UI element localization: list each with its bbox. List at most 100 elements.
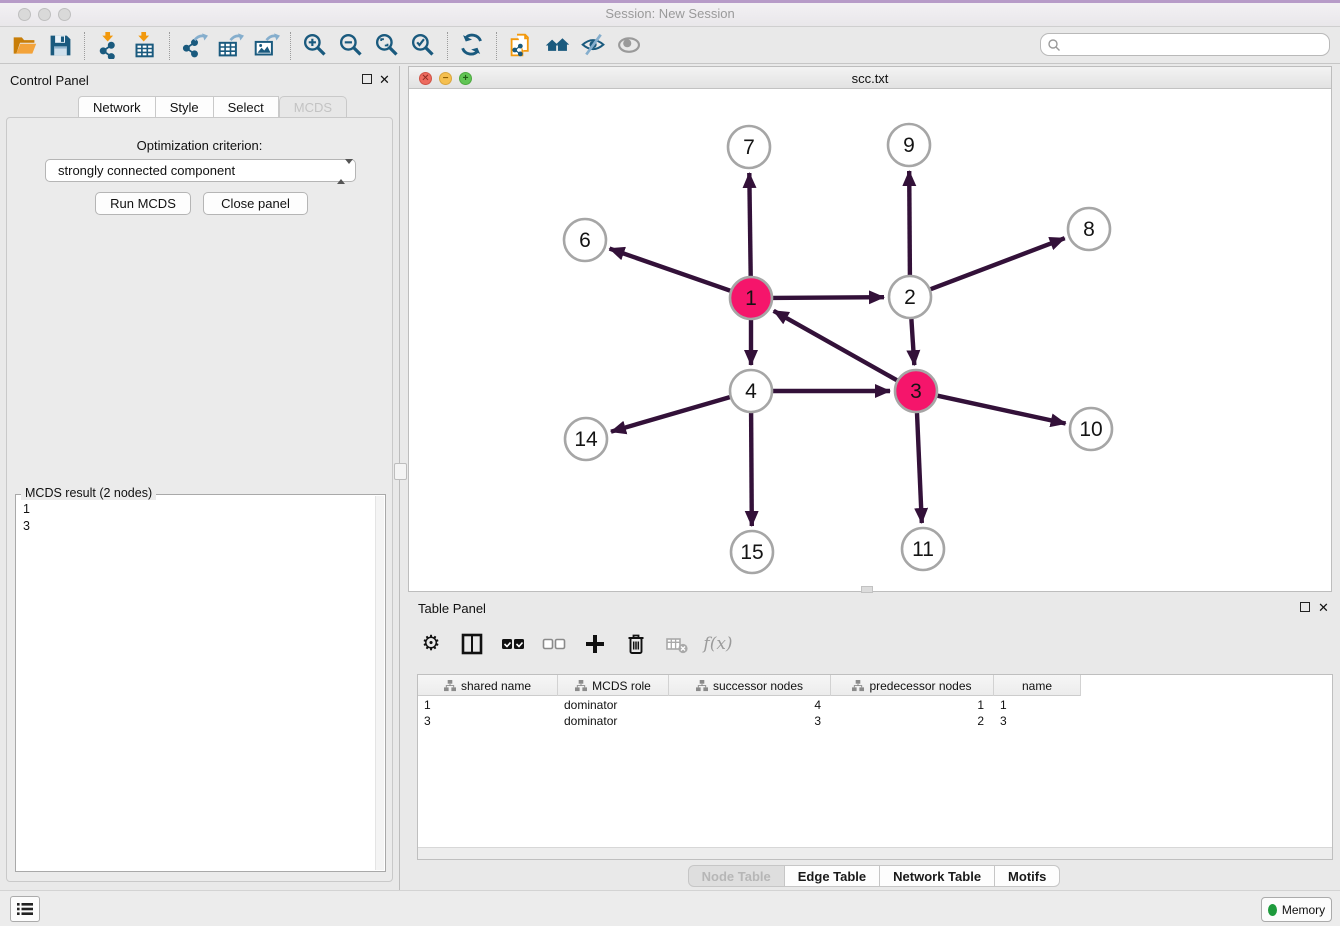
network-split-grip[interactable] [861, 586, 873, 593]
graph-node-7[interactable]: 7 [728, 126, 770, 168]
tab-select[interactable]: Select [214, 96, 279, 118]
export-table-button[interactable] [212, 30, 248, 62]
select-all-columns-button[interactable] [500, 631, 526, 657]
edge-1-6[interactable] [610, 249, 731, 291]
column-header-predecessor-nodes[interactable]: predecessor nodes [831, 675, 994, 696]
table-cell[interactable]: 1 [994, 697, 1081, 713]
table-cell[interactable]: 1 [831, 697, 994, 713]
result-scrollbar[interactable] [375, 496, 384, 870]
edge-2-8[interactable] [931, 238, 1065, 289]
table-cell[interactable]: dominator [558, 697, 669, 713]
import-network-button[interactable] [91, 30, 127, 62]
network-view-title: scc.txt [409, 71, 1331, 86]
table-hscrollbar[interactable] [418, 847, 1332, 859]
tab-network[interactable]: Network [78, 96, 156, 118]
hide-graphics-button[interactable] [575, 30, 611, 62]
refresh-view-button[interactable] [454, 30, 490, 62]
float-panel-icon[interactable] [362, 74, 372, 84]
zoom-out-button[interactable] [333, 30, 369, 62]
table-toolbar: ⚙ f(x) [418, 622, 731, 666]
graph-node-11[interactable]: 11 [902, 528, 944, 570]
zoom-selected-button[interactable] [405, 30, 441, 62]
table-row[interactable]: 3dominator323 [418, 713, 1081, 729]
show-columns-button[interactable] [459, 631, 485, 657]
tab-node-table[interactable]: Node Table [688, 865, 785, 887]
eye-gray-icon [616, 32, 643, 59]
delete-column-button[interactable] [623, 631, 649, 657]
export-network-button[interactable] [176, 30, 212, 62]
create-column-button[interactable] [582, 631, 608, 657]
graph-node-14[interactable]: 14 [565, 418, 607, 460]
column-header-successor-nodes[interactable]: successor nodes [669, 675, 831, 696]
close-table-panel-icon[interactable]: ✕ [1318, 600, 1329, 616]
close-panel-button[interactable]: Close panel [203, 192, 308, 215]
network-graph[interactable]: 7 9 6 8 1 2 4 3 14 10 15 11 [409, 89, 1331, 591]
clone-network-icon [508, 32, 535, 59]
control-panel: Control Panel ✕ NetworkStyleSelectMCDS O… [0, 66, 400, 890]
graph-node-15[interactable]: 15 [731, 531, 773, 573]
table-cell[interactable]: 1 [418, 697, 558, 713]
table-cell[interactable]: 3 [669, 713, 831, 729]
run-mcds-button[interactable]: Run MCDS [95, 192, 191, 215]
graph-node-8[interactable]: 8 [1068, 208, 1110, 250]
edge-2-9[interactable] [909, 171, 910, 275]
graph-node-1[interactable]: 1 [730, 277, 772, 319]
table-cell[interactable]: 3 [418, 713, 558, 729]
column-header-shared-name[interactable]: shared name [418, 675, 558, 696]
close-panel-icon[interactable]: ✕ [379, 72, 390, 88]
task-history-button[interactable] [10, 896, 40, 922]
search-input[interactable] [1061, 35, 1329, 54]
graph-node-2[interactable]: 2 [889, 276, 931, 318]
edge-4-15[interactable] [751, 413, 752, 526]
svg-text:8: 8 [1083, 218, 1095, 241]
save-session-button[interactable] [42, 30, 78, 62]
import-table-button[interactable] [127, 30, 163, 62]
column-header-name[interactable]: name [994, 675, 1081, 696]
zoom-fit-icon [374, 32, 401, 59]
tab-network-table[interactable]: Network Table [880, 865, 995, 887]
edge-3-1[interactable] [774, 311, 897, 380]
deselect-all-columns-button[interactable] [541, 631, 567, 657]
houses-button[interactable] [539, 30, 575, 62]
float-table-panel-icon[interactable] [1300, 602, 1310, 612]
tab-style[interactable]: Style [156, 96, 214, 118]
table-settings-button[interactable]: ⚙ [418, 631, 444, 657]
tab-motifs[interactable]: Motifs [995, 865, 1060, 887]
column-header-MCDS-role[interactable]: MCDS role [558, 675, 669, 696]
memory-button[interactable]: Memory [1261, 897, 1332, 922]
table-cell[interactable]: dominator [558, 713, 669, 729]
select-stepper-icon [337, 164, 346, 179]
table-row[interactable]: 1dominator411 [418, 697, 1081, 713]
tab-mcds[interactable]: MCDS [279, 96, 347, 118]
graph-node-4[interactable]: 4 [730, 370, 772, 412]
clone-network-button[interactable] [503, 30, 539, 62]
network-canvas[interactable]: 7 9 6 8 1 2 4 3 14 10 15 11 [409, 89, 1331, 591]
open-session-button[interactable] [6, 30, 42, 62]
network-window-titlebar[interactable]: ✕ − + scc.txt [409, 67, 1331, 89]
edge-3-11[interactable] [917, 413, 922, 523]
panel-divider-grip[interactable] [394, 463, 407, 480]
edge-3-10[interactable] [938, 396, 1066, 424]
delete-table-button [664, 631, 690, 657]
show-graphics-button[interactable] [611, 30, 647, 62]
search-box[interactable] [1040, 33, 1330, 56]
app-title: Session: New Session [0, 6, 1340, 21]
zoom-fit-button[interactable] [369, 30, 405, 62]
fx-icon: f(x) [703, 634, 732, 654]
edge-1-2[interactable] [773, 297, 884, 298]
table-cell[interactable]: 3 [994, 713, 1081, 729]
optimization-criterion-select[interactable]: strongly connected component [45, 159, 356, 182]
graph-node-9[interactable]: 9 [888, 124, 930, 166]
mcds-result-list[interactable]: 13 [23, 501, 30, 535]
graph-node-6[interactable]: 6 [564, 219, 606, 261]
zoom-in-button[interactable] [297, 30, 333, 62]
tab-edge-table[interactable]: Edge Table [785, 865, 880, 887]
graph-node-10[interactable]: 10 [1070, 408, 1112, 450]
export-image-button[interactable] [248, 30, 284, 62]
edge-2-3[interactable] [911, 319, 914, 365]
graph-node-3[interactable]: 3 [895, 370, 937, 412]
edge-4-14[interactable] [611, 397, 730, 432]
table-cell[interactable]: 2 [831, 713, 994, 729]
table-cell[interactable]: 4 [669, 697, 831, 713]
edge-1-7[interactable] [749, 173, 750, 276]
